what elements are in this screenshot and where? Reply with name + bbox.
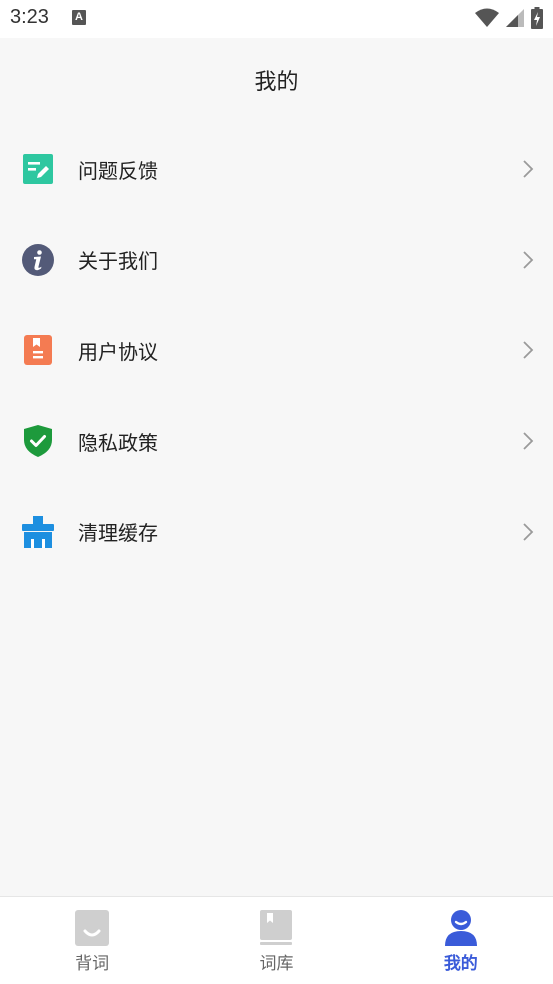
nav-tab-word-bank[interactable]: 词库 (184, 897, 368, 984)
page-header: 我的 (0, 38, 553, 124)
menu-item-about-us[interactable]: 关于我们 (0, 215, 553, 306)
menu-item-feedback[interactable]: 问题反馈 (0, 124, 553, 215)
chevron-right-icon (523, 432, 534, 450)
settings-menu: 问题反馈 关于我们 用户协议 隐私政策 清理缓存 (0, 124, 553, 577)
info-icon (22, 243, 54, 276)
nav-tab-memorize[interactable]: 背词 (0, 897, 184, 984)
nav-tab-mine[interactable]: 我的 (369, 897, 553, 984)
chevron-right-icon (523, 160, 534, 178)
user-icon (444, 910, 477, 946)
status-icons (475, 6, 543, 30)
nav-label: 我的 (443, 954, 478, 974)
status-bar: 3:23 A (0, 0, 553, 38)
menu-item-label: 清理缓存 (78, 521, 158, 546)
shield-check-icon (22, 425, 54, 458)
chevron-right-icon (523, 341, 534, 360)
menu-item-privacy-policy[interactable]: 隐私政策 (0, 396, 553, 487)
book-icon (260, 910, 293, 945)
menu-item-label: 用户协议 (78, 339, 158, 364)
broom-icon (22, 515, 54, 548)
menu-item-user-agreement[interactable]: 用户协议 (0, 305, 553, 396)
nav-label: 词库 (259, 954, 294, 974)
menu-item-clear-cache[interactable]: 清理缓存 (0, 486, 553, 577)
menu-item-label: 隐私政策 (78, 430, 158, 455)
chevron-right-icon (523, 251, 534, 269)
screen: 3:23 A 我的 问题反馈 关于我们 用户协议 隐私政策 清理缓存 背词 词库… (0, 0, 553, 984)
battery-charging-icon (531, 7, 543, 29)
bottom-nav: 背词 词库 我的 (0, 896, 553, 984)
smile-card-icon (75, 910, 110, 946)
feedback-icon (22, 153, 54, 185)
wifi-icon (475, 8, 499, 27)
nav-label: 背词 (75, 954, 110, 974)
cellular-signal-icon (506, 9, 524, 27)
status-time: 3:23 (10, 6, 49, 28)
agreement-icon (22, 334, 54, 366)
chevron-right-icon (523, 523, 534, 541)
menu-item-label: 问题反馈 (78, 158, 158, 183)
page-title: 我的 (254, 70, 299, 95)
accessibility-a-icon: A (72, 10, 86, 25)
menu-item-label: 关于我们 (78, 249, 158, 274)
